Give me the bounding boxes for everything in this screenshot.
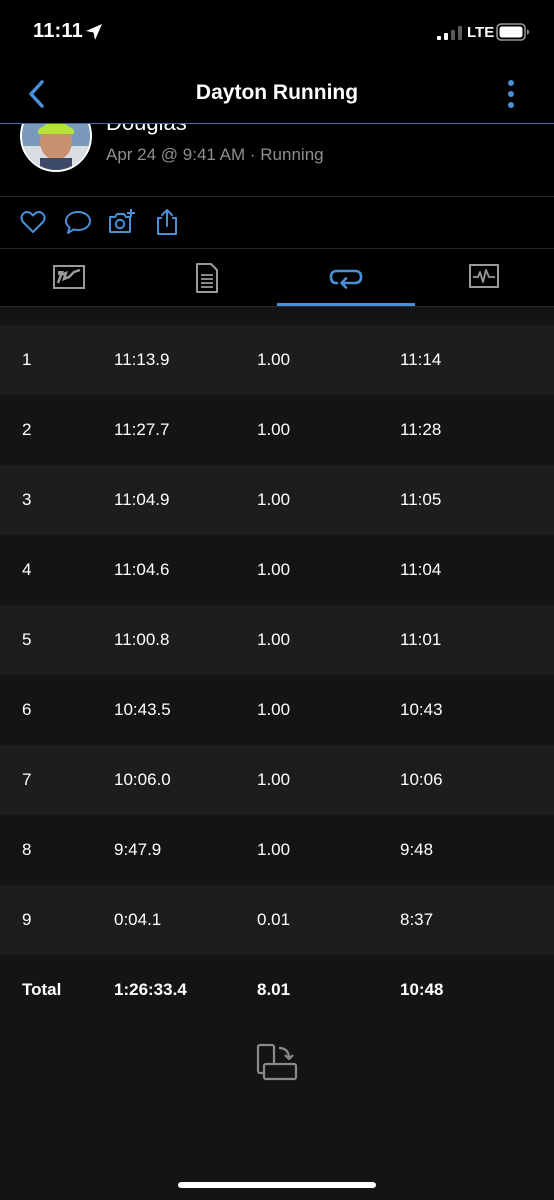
status-time: 11:11 bbox=[33, 20, 83, 42]
network-type: LTE bbox=[467, 24, 495, 41]
status-bar: 11:11 LTE bbox=[0, 0, 554, 66]
tab-map[interactable] bbox=[0, 249, 138, 306]
lap-distance: 0.01 bbox=[257, 910, 291, 929]
total-label: Total bbox=[22, 980, 62, 999]
tab-charts[interactable] bbox=[415, 249, 553, 306]
document-icon bbox=[196, 263, 218, 293]
lap-time: 11:13.9 bbox=[114, 350, 170, 369]
lap-time: 10:43.5 bbox=[114, 700, 171, 719]
lap-distance: 1.00 bbox=[257, 420, 291, 439]
total-distance: 8.01 bbox=[257, 980, 291, 999]
tab-bar bbox=[0, 249, 554, 307]
lap-distance: 1.00 bbox=[257, 350, 291, 369]
total-pace: 10:48 bbox=[400, 980, 444, 999]
laps-table: 1 11:13.9 1.00 11:14 2 11:27.7 1.00 11:28 3 11:04… bbox=[0, 307, 554, 1025]
table-row[interactable]: 6 10:43.5 1.00 10:43 bbox=[0, 675, 554, 745]
back-chevron-icon[interactable] bbox=[22, 78, 54, 110]
map-icon bbox=[53, 265, 85, 289]
heart-icon[interactable] bbox=[19, 208, 47, 236]
lap-number: 1 bbox=[22, 350, 32, 369]
lap-time: 9:47.9 bbox=[114, 840, 162, 859]
lap-pace: 11:05 bbox=[400, 490, 442, 509]
lap-time: 0:04.1 bbox=[114, 910, 162, 929]
lap-number: 3 bbox=[22, 490, 32, 509]
activity-header: Douglas Apr 24 @ 9:41 AM · Running bbox=[0, 124, 554, 197]
lap-pace: 8:37 bbox=[400, 910, 434, 929]
lap-distance: 1.00 bbox=[257, 490, 291, 509]
lap-pace: 9:48 bbox=[400, 840, 434, 859]
comment-icon[interactable] bbox=[64, 208, 92, 236]
table-row[interactable]: 7 10:06.0 1.00 10:06 bbox=[0, 745, 554, 815]
share-icon[interactable] bbox=[153, 208, 181, 236]
lap-time: 11:04.9 bbox=[114, 490, 170, 509]
table-row[interactable]: 8 9:47.9 1.00 9:48 bbox=[0, 815, 554, 885]
selected-tab-indicator bbox=[277, 303, 415, 306]
page-title: Dayton Running bbox=[195, 81, 359, 104]
lap-distance: 1.00 bbox=[257, 770, 291, 789]
lap-number: 8 bbox=[22, 840, 32, 859]
table-row[interactable]: 3 11:04.9 1.00 11:05 bbox=[0, 465, 554, 535]
tab-details[interactable] bbox=[138, 249, 276, 306]
lap-pace: 10:43 bbox=[400, 700, 443, 719]
lap-number: 5 bbox=[22, 630, 32, 649]
more-options-icon[interactable] bbox=[498, 76, 524, 112]
action-bar bbox=[0, 197, 554, 249]
lap-pace: 11:14 bbox=[400, 350, 442, 369]
add-photo-icon[interactable] bbox=[108, 208, 136, 236]
lap-pace: 11:04 bbox=[400, 560, 442, 579]
lap-pace: 10:06 bbox=[400, 770, 443, 789]
tab-laps[interactable] bbox=[277, 249, 415, 306]
lap-number: 9 bbox=[22, 910, 32, 929]
lap-distance: 1.00 bbox=[257, 630, 291, 649]
lap-pace: 11:01 bbox=[400, 630, 442, 649]
lap-time: 10:06.0 bbox=[114, 770, 171, 789]
lap-number: 2 bbox=[22, 420, 32, 439]
table-row[interactable]: 5 11:00.8 1.00 11:01 bbox=[0, 605, 554, 675]
lap-time: 11:00.8 bbox=[114, 630, 170, 649]
lap-pace: 11:28 bbox=[400, 420, 442, 439]
lap-distance: 1.00 bbox=[257, 700, 291, 719]
signal-strength-icon bbox=[437, 26, 462, 40]
user-name[interactable]: Douglas bbox=[106, 124, 187, 136]
lap-number: 6 bbox=[22, 700, 32, 719]
avatar[interactable] bbox=[20, 124, 92, 172]
activity-meta: Apr 24 @ 9:41 AM · Running bbox=[106, 145, 324, 164]
rotate-screen-icon[interactable] bbox=[256, 1042, 300, 1082]
home-indicator[interactable] bbox=[178, 1182, 376, 1188]
total-row: Total 1:26:33.4 8.01 10:48 bbox=[0, 955, 554, 1025]
avatar-photo bbox=[22, 124, 90, 170]
table-row[interactable]: 9 0:04.1 0.01 8:37 bbox=[0, 885, 554, 955]
chart-icon bbox=[469, 264, 499, 288]
location-arrow-icon bbox=[86, 24, 102, 40]
table-row[interactable]: 4 11:04.6 1.00 11:04 bbox=[0, 535, 554, 605]
table-row[interactable]: 2 11:27.7 1.00 11:28 bbox=[0, 395, 554, 465]
lap-distance: 1.00 bbox=[257, 560, 291, 579]
lap-distance: 1.00 bbox=[257, 840, 291, 859]
battery-icon bbox=[496, 23, 529, 41]
lap-time: 11:04.6 bbox=[114, 560, 170, 579]
loop-icon bbox=[329, 269, 363, 289]
total-time: 1:26:33.4 bbox=[114, 980, 187, 999]
lap-time: 11:27.7 bbox=[114, 420, 170, 439]
lap-number: 7 bbox=[22, 770, 32, 789]
nav-bar: Dayton Running bbox=[0, 66, 554, 124]
table-row[interactable]: 1 11:13.9 1.00 11:14 bbox=[0, 325, 554, 395]
lap-number: 4 bbox=[22, 560, 32, 579]
